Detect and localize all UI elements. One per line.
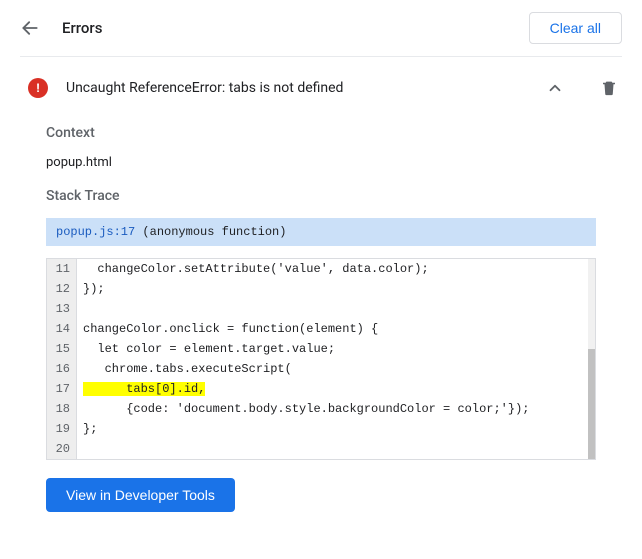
stack-frame-function: (anonymous function)	[135, 225, 286, 239]
line-number: 14	[47, 319, 77, 339]
page-title: Errors	[62, 19, 102, 37]
context-value: popup.html	[46, 155, 596, 170]
delete-icon[interactable]	[596, 75, 622, 101]
line-number: 13	[47, 299, 77, 319]
line-content: chrome.tabs.executeScript(	[77, 359, 595, 379]
context-label: Context	[46, 125, 596, 141]
line-number: 18	[47, 399, 77, 419]
code-line: 11 changeColor.setAttribute('value', dat…	[47, 259, 595, 279]
collapse-chevron-icon[interactable]	[542, 75, 568, 101]
error-message: Uncaught ReferenceError: tabs is not def…	[66, 80, 542, 96]
stack-trace-label: Stack Trace	[46, 188, 596, 204]
code-line: 14changeColor.onclick = function(element…	[47, 319, 595, 339]
code-line: 12});	[47, 279, 595, 299]
line-number: 15	[47, 339, 77, 359]
line-content: let color = element.target.value;	[77, 339, 595, 359]
line-content: {code: 'document.body.style.backgroundCo…	[77, 399, 595, 419]
view-in-dev-tools-button[interactable]: View in Developer Tools	[46, 478, 235, 512]
line-number: 20	[47, 439, 77, 459]
code-line: 16 chrome.tabs.executeScript(	[47, 359, 595, 379]
line-content: });	[77, 279, 595, 299]
line-number: 19	[47, 419, 77, 439]
stack-frame[interactable]: popup.js:17 (anonymous function)	[46, 218, 596, 246]
back-arrow-icon[interactable]	[18, 16, 42, 40]
line-content	[77, 439, 595, 459]
code-line: 13	[47, 299, 595, 319]
code-block: 11 changeColor.setAttribute('value', dat…	[46, 258, 596, 460]
line-number: 16	[47, 359, 77, 379]
error-row: ! Uncaught ReferenceError: tabs is not d…	[0, 57, 642, 117]
code-line: 20	[47, 439, 595, 459]
line-number: 11	[47, 259, 77, 279]
line-content	[77, 299, 595, 319]
clear-all-button[interactable]: Clear all	[529, 12, 622, 44]
code-line: 19};	[47, 419, 595, 439]
header: Errors Clear all	[0, 0, 642, 56]
code-scrollbar-thumb[interactable]	[588, 349, 595, 459]
code-line: 18 {code: 'document.body.style.backgroun…	[47, 399, 595, 419]
error-icon: !	[28, 78, 48, 98]
code-scrollbar[interactable]	[588, 259, 595, 459]
line-content: changeColor.onclick = function(element) …	[77, 319, 595, 339]
line-content: tabs[0].id,	[77, 379, 595, 399]
line-content: };	[77, 419, 595, 439]
line-number: 12	[47, 279, 77, 299]
code-line: 15 let color = element.target.value;	[47, 339, 595, 359]
line-content: changeColor.setAttribute('value', data.c…	[77, 259, 595, 279]
code-line: 17 tabs[0].id,	[47, 379, 595, 399]
line-number: 17	[47, 379, 77, 399]
stack-frame-location: popup.js:17	[56, 225, 135, 239]
